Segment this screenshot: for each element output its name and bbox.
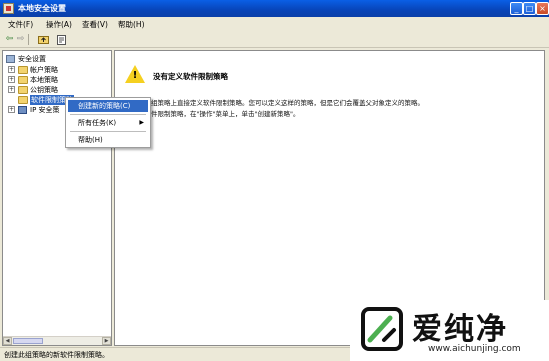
tree-item-label: 公钥策略 — [30, 86, 58, 94]
watermark-url: www.aichunjing.com — [428, 344, 521, 354]
forward-arrow-icon[interactable]: ⇨ — [15, 34, 26, 45]
window: 本地安全设置 _ □ × 文件(F) 操作(A) 查看(V) 帮助(H) ⇦ ⇨… — [0, 0, 549, 361]
tree-item-label: 帐户策略 — [30, 66, 58, 74]
expand-icon[interactable]: + — [8, 66, 15, 73]
minimize-button[interactable]: _ — [510, 2, 523, 15]
warning-exclamation-icon: ! — [132, 70, 138, 81]
expand-icon[interactable]: + — [8, 76, 15, 83]
security-settings-icon — [6, 55, 15, 63]
up-folder-icon[interactable] — [38, 34, 49, 45]
message-line-2: 要创建软件限制策略，在"操作"菜单上，单击"创建新策略"。 — [125, 110, 300, 118]
tree-root-label: 安全设置 — [18, 55, 46, 63]
folder-icon — [18, 86, 28, 94]
menu-create-new-policy[interactable]: 创建新的策略(C) — [68, 100, 148, 112]
submenu-arrow-icon: ▶ — [139, 119, 144, 126]
watermark-brand: 爱纯净 — [412, 312, 508, 347]
watermark-logo-icon — [361, 307, 403, 351]
message-line-1: 没有在该组策略上直接定义软件限制策略。您可以定义这样的策略，但是它们会覆盖父对象… — [125, 99, 424, 107]
properties-icon[interactable] — [56, 34, 67, 45]
menu-help[interactable]: 帮助(H) — [118, 19, 145, 30]
menu-item-label: 所有任务(K) — [78, 119, 117, 127]
tree-pane[interactable]: 安全设置 + 帐户策略 + 本地策略 + 公钥策略 软件限制策略 + IP 安全… — [2, 50, 112, 346]
context-menu: 创建新的策略(C) 所有任务(K) ▶ 帮助(H) — [65, 97, 151, 148]
folder-icon — [18, 76, 28, 84]
menu-item-label: 创建新的策略(C) — [78, 102, 131, 110]
scroll-thumb[interactable] — [13, 338, 43, 344]
app-icon — [3, 3, 14, 14]
close-button[interactable]: × — [536, 2, 549, 15]
folder-icon — [18, 96, 28, 104]
menu-item-label: 帮助(H) — [78, 136, 103, 144]
menu-bar: 文件(F) 操作(A) 查看(V) 帮助(H) — [0, 17, 549, 31]
title-bar[interactable]: 本地安全设置 _ □ × — [0, 0, 549, 17]
menu-separator — [70, 131, 146, 132]
menu-view[interactable]: 查看(V) — [82, 19, 108, 30]
window-title: 本地安全设置 — [18, 4, 66, 13]
network-icon — [18, 106, 27, 114]
menu-help-item[interactable]: 帮助(H) — [68, 134, 148, 146]
scroll-right-icon[interactable]: ▶ — [102, 337, 111, 345]
menu-action[interactable]: 操作(A) — [46, 19, 72, 30]
scroll-left-icon[interactable]: ◀ — [3, 337, 12, 345]
watermark: 爱纯净 www.aichunjing.com — [350, 300, 549, 361]
menu-file[interactable]: 文件(F) — [8, 19, 33, 30]
tree-item-label: IP 安全策 — [30, 106, 60, 114]
folder-icon — [18, 66, 28, 74]
toolbar-separator — [28, 34, 29, 45]
horizontal-scrollbar[interactable]: ◀ ▶ — [3, 336, 111, 345]
back-arrow-icon[interactable]: ⇦ — [4, 34, 15, 45]
message-title: 没有定义软件限制策略 — [153, 72, 228, 81]
menu-all-tasks[interactable]: 所有任务(K) ▶ — [68, 117, 148, 129]
maximize-button[interactable]: □ — [523, 2, 536, 15]
expand-icon[interactable]: + — [8, 106, 15, 113]
status-text: 创建此组策略的新软件限制策略。 — [4, 351, 109, 359]
expand-icon[interactable]: + — [8, 86, 15, 93]
menu-separator — [70, 114, 146, 115]
toolbar: ⇦ ⇨ — [0, 31, 549, 48]
tree-item-label: 本地策略 — [30, 76, 58, 84]
